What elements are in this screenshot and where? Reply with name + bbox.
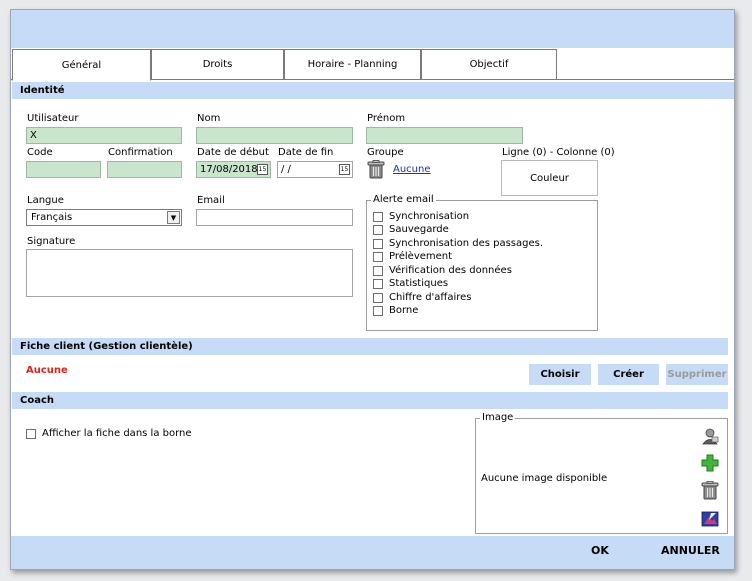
fiche-client-value: Aucune: [26, 365, 68, 376]
date-fin-input[interactable]: / / 15: [277, 161, 353, 178]
checkbox-label: Statistiques: [389, 278, 449, 289]
checkbox[interactable]: [373, 292, 383, 303]
langue-select[interactable]: Français ▼: [26, 209, 182, 226]
checkbox-label: Chiffre d'affaires: [389, 292, 472, 303]
checkbox-label: Synchronisation: [389, 211, 470, 222]
user-photo-icon[interactable]: [701, 427, 719, 445]
section-identite: Identité: [12, 82, 734, 99]
checkbox-label: Borne: [389, 305, 419, 316]
alerte-prelevement[interactable]: Prélèvement: [373, 251, 452, 262]
alerte-email-group: Alerte email Synchronisation Sauvegarde …: [366, 194, 598, 331]
afficher-borne-checkbox[interactable]: Afficher la fiche dans la borne: [26, 428, 192, 439]
email-input[interactable]: [196, 209, 353, 226]
image-group: Image Aucune image disponible: [475, 412, 728, 534]
checkbox[interactable]: [373, 224, 383, 235]
alerte-email-title: Alerte email: [371, 194, 436, 205]
confirmation-input[interactable]: [107, 161, 182, 178]
date-debut-value: 17/08/2018: [200, 164, 258, 175]
utilisateur-label: Utilisateur: [27, 113, 79, 124]
creer-button[interactable]: Créer: [598, 364, 659, 385]
checkbox-label: Synchronisation des passages.: [389, 238, 544, 249]
calendar-icon[interactable]: 15: [339, 164, 350, 175]
date-debut-input[interactable]: 17/08/2018 15: [196, 161, 271, 178]
date-fin-label: Date de fin: [278, 147, 334, 158]
tab-objectif[interactable]: Objectif: [421, 49, 557, 79]
checkbox[interactable]: [26, 428, 36, 439]
trash-icon[interactable]: [701, 481, 719, 500]
checkbox-label: Afficher la fiche dans la borne: [42, 428, 192, 439]
alerte-borne[interactable]: Borne: [373, 305, 418, 316]
checkbox[interactable]: [373, 278, 383, 289]
ligne-colonne-label: Ligne (0) - Colonne (0): [502, 147, 615, 158]
alerte-chiffre-affaires[interactable]: Chiffre d'affaires: [373, 292, 472, 303]
chevron-down-icon[interactable]: ▼: [167, 211, 180, 224]
checkbox[interactable]: [373, 251, 383, 262]
footer-bar: OK ANNULER: [11, 536, 734, 569]
plus-icon[interactable]: [701, 454, 719, 472]
confirmation-label: Confirmation: [108, 147, 173, 158]
ok-button[interactable]: OK: [591, 544, 609, 557]
langue-label: Langue: [27, 195, 64, 206]
checkbox[interactable]: [373, 238, 383, 249]
alerte-verification[interactable]: Vérification des données: [373, 265, 512, 276]
prenom-input[interactable]: [366, 127, 523, 144]
checkbox-label: Prélèvement: [389, 251, 453, 262]
tab-horaire-planning[interactable]: Horaire - Planning: [284, 49, 421, 79]
checkbox[interactable]: [373, 265, 383, 276]
signature-textarea[interactable]: [26, 249, 353, 297]
checkbox-label: Sauvegarde: [389, 224, 449, 235]
section-coach: Coach: [12, 392, 728, 409]
checkbox[interactable]: [373, 211, 383, 222]
user-dialog: Général Droits Horaire - Planning Object…: [10, 9, 735, 570]
image-title: Image: [480, 412, 516, 423]
tab-general[interactable]: Général: [12, 49, 151, 81]
langue-value: Français: [31, 212, 73, 223]
groupe-link[interactable]: Aucune: [393, 164, 431, 175]
calendar-icon[interactable]: 15: [257, 164, 268, 175]
code-input[interactable]: [26, 161, 101, 178]
choisir-button[interactable]: Choisir: [529, 364, 591, 385]
signature-label: Signature: [27, 236, 76, 247]
no-image-text: Aucune image disponible: [481, 473, 608, 484]
date-debut-label: Date de début: [197, 147, 269, 158]
title-bar: [11, 10, 734, 48]
edit-image-icon[interactable]: [701, 511, 719, 527]
checkbox[interactable]: [373, 305, 383, 316]
code-label: Code: [27, 147, 53, 158]
checkbox-label: Vérification des données: [389, 265, 512, 276]
nom-input[interactable]: [196, 127, 353, 144]
utilisateur-input[interactable]: X: [26, 127, 182, 144]
nom-label: Nom: [197, 113, 221, 124]
groupe-label: Groupe: [367, 147, 404, 158]
section-fiche-client: Fiche client (Gestion clientèle): [12, 338, 728, 355]
tab-droits[interactable]: Droits: [151, 49, 284, 79]
email-label: Email: [197, 195, 225, 206]
alerte-sauvegarde[interactable]: Sauvegarde: [373, 224, 449, 235]
prenom-label: Prénom: [367, 113, 406, 124]
alerte-synchronisation-passages[interactable]: Synchronisation des passages.: [373, 238, 543, 249]
trash-icon[interactable]: [367, 160, 385, 179]
couleur-button[interactable]: Couleur: [501, 160, 598, 196]
supprimer-button[interactable]: Supprimer: [666, 364, 728, 385]
annuler-button[interactable]: ANNULER: [661, 544, 720, 557]
date-fin-value: / /: [281, 164, 291, 175]
alerte-synchronisation[interactable]: Synchronisation: [373, 211, 469, 222]
alerte-statistiques[interactable]: Statistiques: [373, 278, 448, 289]
